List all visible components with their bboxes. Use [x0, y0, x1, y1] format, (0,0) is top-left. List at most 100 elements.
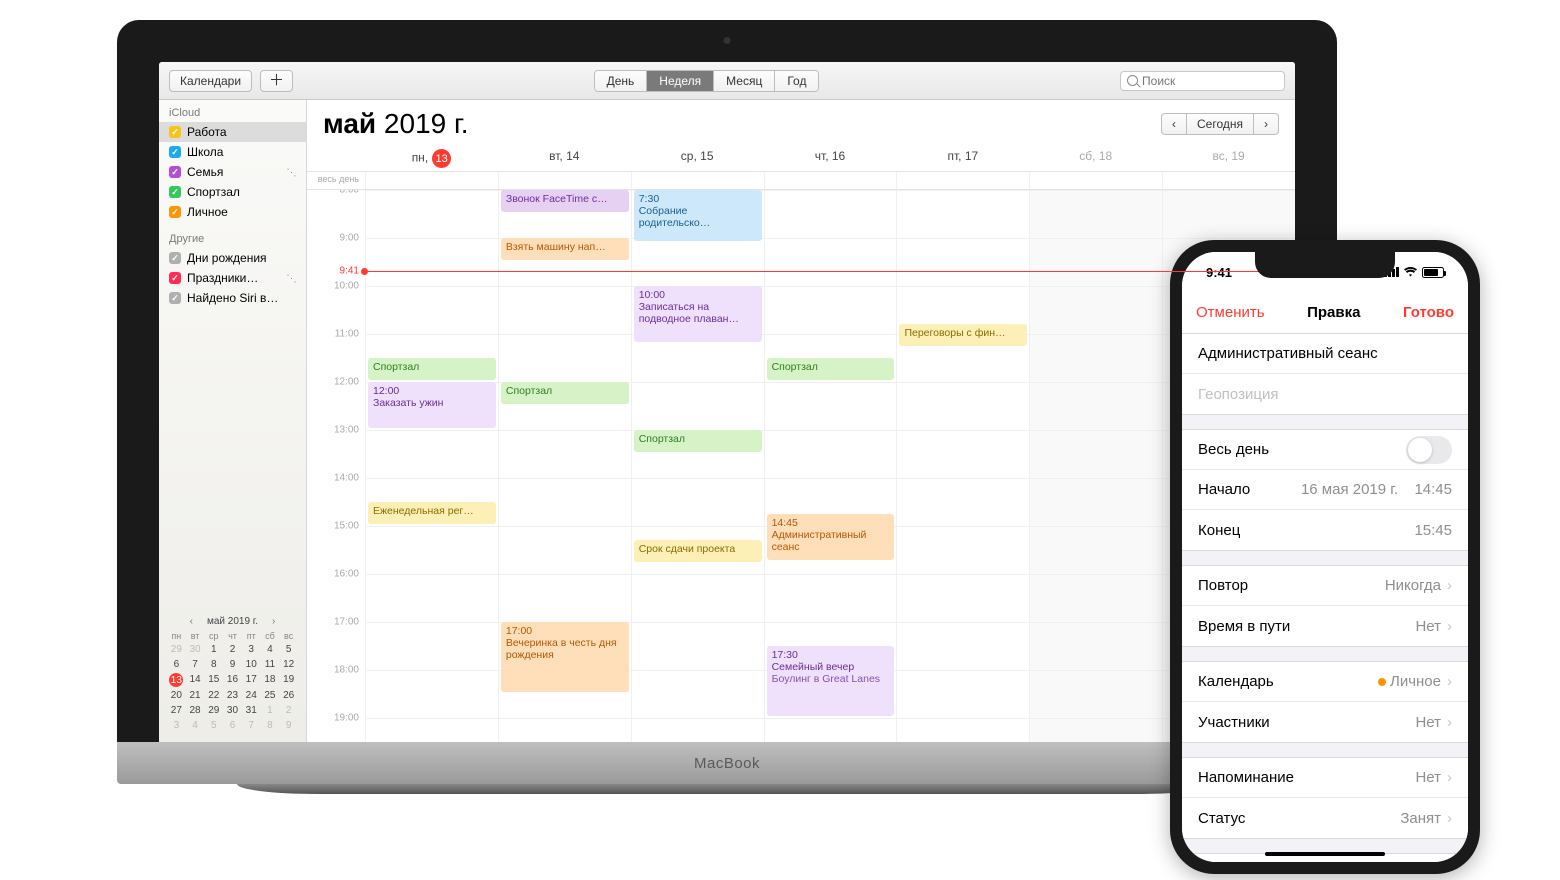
event[interactable]: Спортзал	[368, 358, 496, 380]
event-title-field[interactable]: Административный сеанс	[1182, 334, 1468, 374]
next-week-button[interactable]: ›	[1253, 113, 1279, 135]
event[interactable]: 12:00Заказать ужин	[368, 382, 496, 428]
sidebar-item[interactable]: ✓Школа	[159, 142, 306, 162]
mini-day[interactable]: 5	[204, 719, 223, 732]
mini-day[interactable]: 19	[279, 673, 298, 687]
mini-day[interactable]: 4	[186, 719, 205, 732]
mini-day[interactable]: 3	[167, 719, 186, 732]
view-month[interactable]: Месяц	[714, 71, 775, 91]
mini-day[interactable]: 17	[242, 673, 261, 687]
allday-toggle[interactable]	[1406, 436, 1452, 464]
sidebar-item[interactable]: ✓Личное	[159, 202, 306, 222]
status-row[interactable]: Статус Занят›	[1182, 798, 1468, 838]
sidebar-item[interactable]: ✓Работа	[159, 122, 306, 142]
search-field[interactable]	[1120, 71, 1285, 91]
travel-row[interactable]: Время в пути Нет›	[1182, 606, 1468, 646]
mini-day[interactable]: 12	[279, 658, 298, 671]
mini-day[interactable]: 26	[279, 689, 298, 702]
mini-day[interactable]: 4	[261, 643, 280, 656]
invitees-row[interactable]: Участники Нет›	[1182, 702, 1468, 742]
event[interactable]: Взять машину нап…	[501, 238, 629, 260]
sidebar-item[interactable]: ✓Семья⋰	[159, 162, 306, 182]
home-indicator[interactable]	[1265, 852, 1385, 856]
mini-day[interactable]: 22	[204, 689, 223, 702]
mini-day[interactable]: 14	[186, 673, 205, 687]
mini-day[interactable]: 16	[223, 673, 242, 687]
checkbox[interactable]: ✓	[169, 186, 181, 198]
mini-day[interactable]: 8	[204, 658, 223, 671]
mini-day[interactable]: 15	[204, 673, 223, 687]
mini-day[interactable]: 24	[242, 689, 261, 702]
event[interactable]: Срок сдачи проекта	[634, 540, 762, 562]
day-column[interactable]: Спортзал12:00Заказать ужин Еженедельная р…	[365, 190, 498, 742]
event[interactable]: 10:00Записаться на подводное плаван…	[634, 286, 762, 342]
mini-day[interactable]: 25	[261, 689, 280, 702]
search-input[interactable]	[1142, 74, 1272, 88]
day-column[interactable]: 7:30Собрание родительско… 10:00Записаться…	[631, 190, 764, 742]
day-header[interactable]: вс, 19	[1162, 144, 1295, 171]
checkbox[interactable]: ✓	[169, 126, 181, 138]
checkbox[interactable]: ✓	[169, 292, 181, 304]
start-row[interactable]: Начало 16 мая 2019 г. 14:45	[1182, 470, 1468, 510]
mini-next-button[interactable]: ›	[272, 616, 275, 627]
done-button[interactable]: Готово	[1403, 304, 1454, 321]
mini-day[interactable]: 6	[223, 719, 242, 732]
mini-day[interactable]: 21	[186, 689, 205, 702]
day-column[interactable]: Звонок FaceTime с… Взять машину нап… Спорт…	[498, 190, 631, 742]
mini-day[interactable]: 11	[261, 658, 280, 671]
event[interactable]: Звонок FaceTime с…	[501, 190, 629, 212]
event[interactable]: Спортзал	[634, 430, 762, 452]
mini-day[interactable]: 5	[279, 643, 298, 656]
event[interactable]: 17:00Вечеринка в честь дня рождения	[501, 622, 629, 692]
checkbox[interactable]: ✓	[169, 146, 181, 158]
event[interactable]: Спортзал	[767, 358, 895, 380]
mini-day[interactable]: 9	[279, 719, 298, 732]
add-button[interactable]: ＋	[260, 70, 293, 92]
mini-day[interactable]: 6	[167, 658, 186, 671]
alert-row[interactable]: Напоминание Нет›	[1182, 758, 1468, 798]
day-header[interactable]: пн,13	[365, 144, 498, 171]
mini-day[interactable]: 1	[204, 643, 223, 656]
event[interactable]: 14:45Административный сеанс	[767, 514, 895, 560]
mini-day[interactable]: 7	[242, 719, 261, 732]
day-header[interactable]: чт, 16	[764, 144, 897, 171]
day-header[interactable]: пт, 17	[896, 144, 1029, 171]
event[interactable]: Еженедельная рег…	[368, 502, 496, 524]
day-column[interactable]: Переговоры с фин…	[896, 190, 1029, 742]
mini-day[interactable]: 8	[261, 719, 280, 732]
day-header[interactable]: вт, 14	[498, 144, 631, 171]
mini-day[interactable]: 27	[167, 704, 186, 717]
mini-day[interactable]: 28	[186, 704, 205, 717]
week-grid[interactable]: 8:009:0010:0011:0012:0013:0014:0015:0016…	[307, 190, 1295, 742]
checkbox[interactable]: ✓	[169, 206, 181, 218]
today-button[interactable]: Сегодня	[1186, 113, 1254, 135]
repeat-row[interactable]: Повтор Никогда›	[1182, 566, 1468, 606]
event[interactable]: Спортзал	[501, 382, 629, 404]
event[interactable]: 17:30Семейный вечерБоулинг в Great Lanes	[767, 646, 895, 716]
end-row[interactable]: Конец 15:45	[1182, 510, 1468, 550]
mini-prev-button[interactable]: ‹	[190, 616, 193, 627]
event[interactable]: 7:30Собрание родительско…	[634, 190, 762, 241]
day-column[interactable]	[1029, 190, 1162, 742]
mini-day[interactable]: 2	[279, 704, 298, 717]
mini-day[interactable]: 30	[186, 643, 205, 656]
day-header[interactable]: ср, 15	[631, 144, 764, 171]
day-column[interactable]: Спортзал 14:45Административный сеанс 17:30…	[764, 190, 897, 742]
mini-day[interactable]: 29	[204, 704, 223, 717]
checkbox[interactable]: ✓	[169, 272, 181, 284]
mini-day[interactable]: 30	[223, 704, 242, 717]
mini-day[interactable]: 3	[242, 643, 261, 656]
day-header[interactable]: сб, 18	[1029, 144, 1162, 171]
mini-day[interactable]: 13	[169, 673, 183, 687]
calendars-button[interactable]: Календари	[169, 70, 252, 92]
mini-day[interactable]: 23	[223, 689, 242, 702]
checkbox[interactable]: ✓	[169, 166, 181, 178]
event[interactable]: Переговоры с фин…	[899, 324, 1027, 346]
sidebar-item[interactable]: ✓Найдено Siri в…	[159, 288, 306, 308]
mini-day[interactable]: 29	[167, 643, 186, 656]
calendar-row[interactable]: Календарь Личное›	[1182, 662, 1468, 702]
mini-day[interactable]: 18	[261, 673, 280, 687]
view-year[interactable]: Год	[775, 71, 818, 91]
cancel-button[interactable]: Отменить	[1196, 304, 1265, 321]
mini-day[interactable]: 20	[167, 689, 186, 702]
